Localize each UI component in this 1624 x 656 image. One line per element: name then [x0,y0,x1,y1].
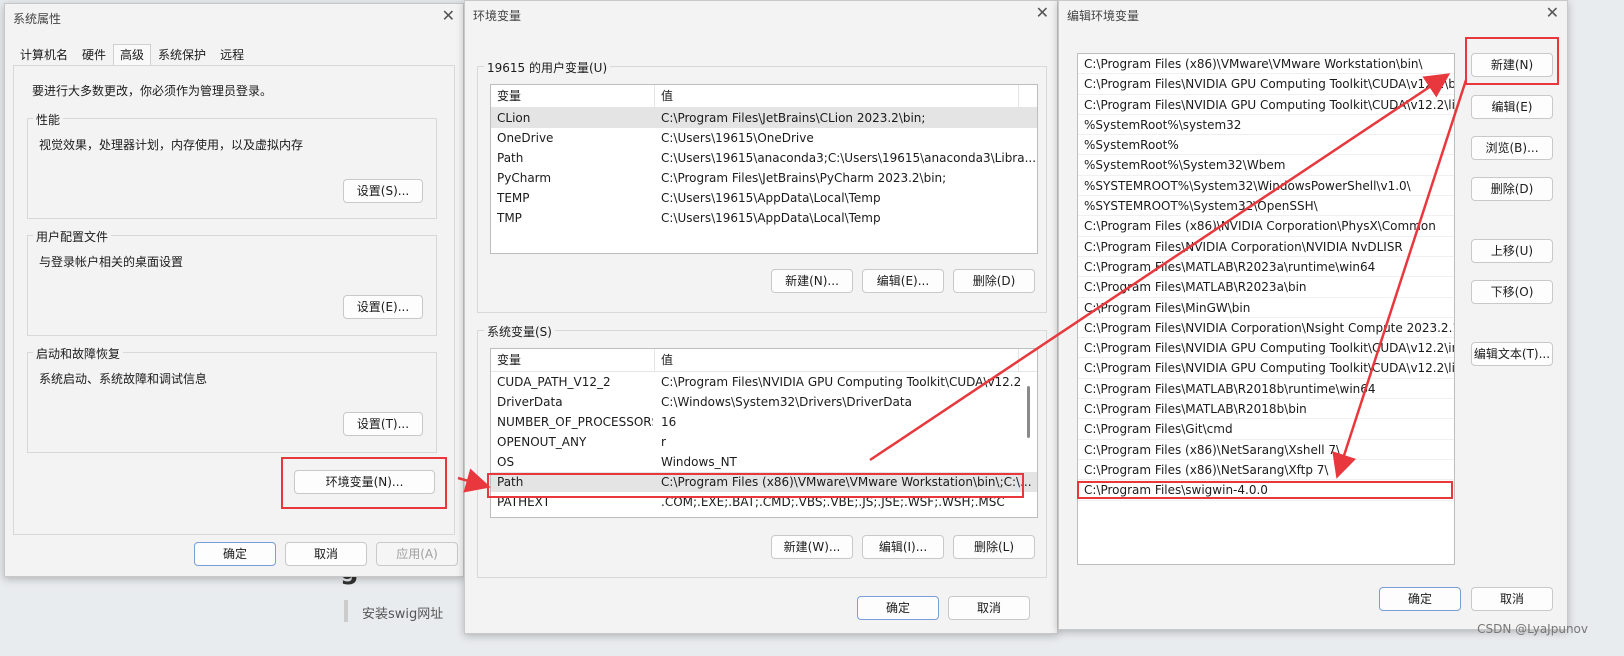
watermark: CSDN @LyaJpunov [1477,622,1588,636]
arrow-path-to-new [869,73,1451,462]
arrow-new-to-swigwin [1332,79,1468,479]
annotation-arrows [457,73,1468,493]
arrow-env-to-path [457,468,491,493]
